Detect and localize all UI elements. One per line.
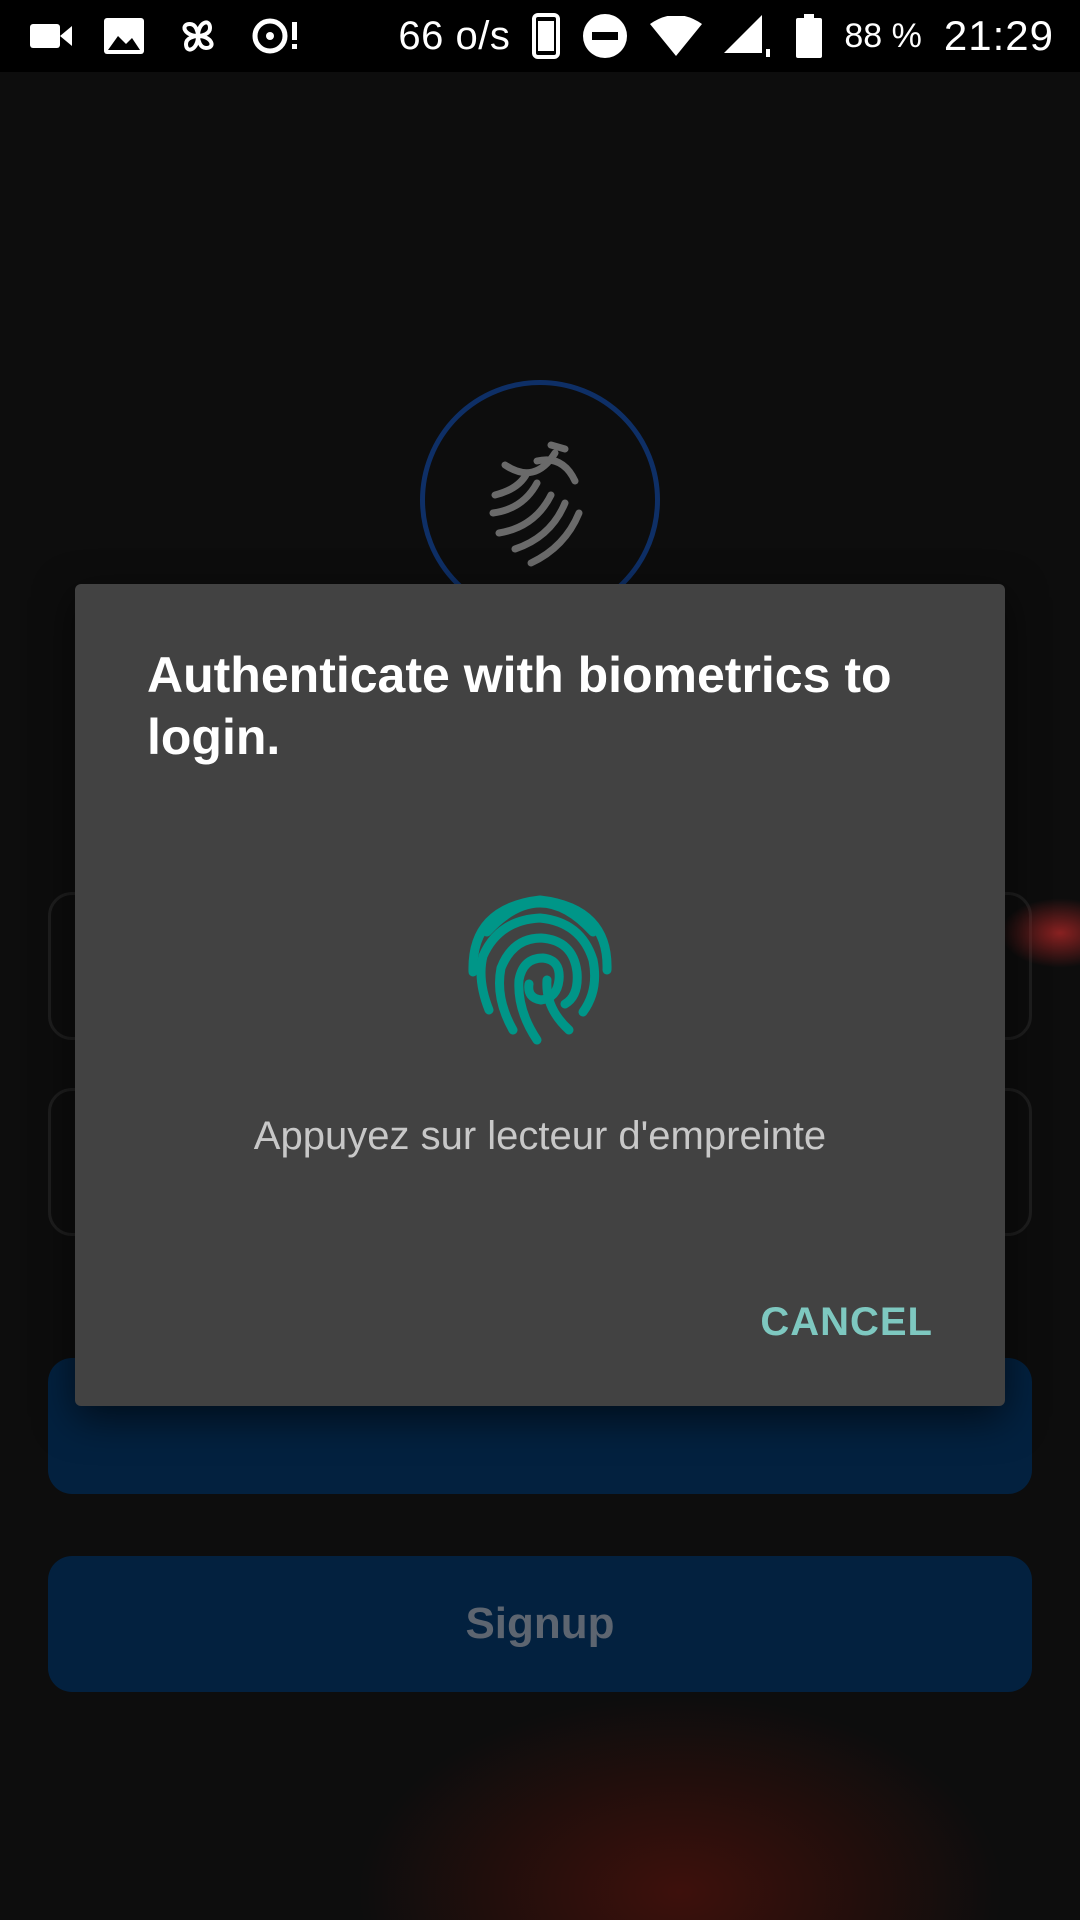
dialog-message: Appuyez sur lecteur d'empreinte: [253, 1114, 827, 1158]
signup-label: Signup: [465, 1599, 615, 1648]
red-glow-decoration: [1000, 898, 1080, 968]
battery-percent: 88 %: [844, 16, 922, 55]
signup-button: Signup: [48, 1556, 1032, 1692]
dialog-title: Authenticate with biometrics to login.: [147, 647, 892, 765]
cancel-button[interactable]: CANCEL: [748, 1292, 945, 1353]
video-icon: [30, 20, 74, 52]
image-icon: [104, 18, 144, 54]
status-bar: 66 o/s 88 % 21:29: [0, 0, 1080, 72]
pinwheel-icon: [174, 12, 222, 60]
signal-icon: [724, 13, 774, 59]
network-speed: 66 o/s: [398, 13, 511, 58]
biometric-dialog: Authenticate with biometrics to login. A…: [75, 584, 1005, 1406]
battery-icon: [796, 14, 823, 58]
phone-icon: [532, 13, 561, 59]
system-indicators: 66 o/s 88 % 21:29: [398, 12, 1054, 60]
sync-alert-icon: [252, 14, 302, 58]
wifi-icon: [650, 16, 703, 56]
fingerprint-icon: [468, 895, 612, 1045]
app-logo-icon: [489, 441, 583, 567]
clock: 21:29: [943, 12, 1054, 59]
notification-icons: [30, 12, 302, 60]
do-not-disturb-icon: [582, 13, 628, 59]
